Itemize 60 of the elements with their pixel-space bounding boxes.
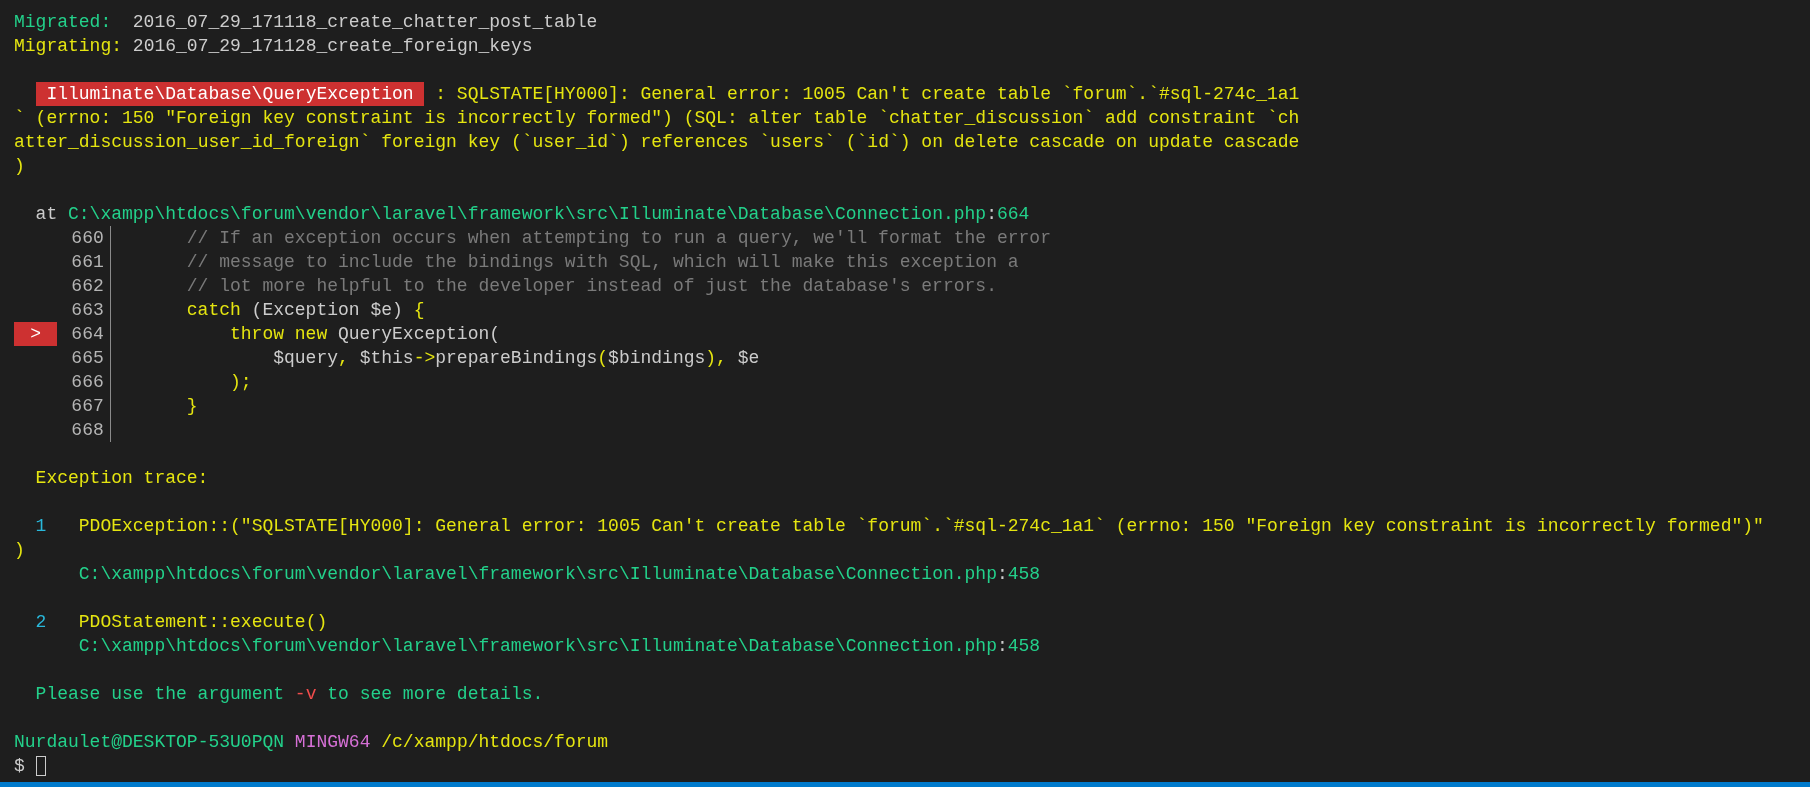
- code-text: {: [413, 299, 425, 322]
- file-path: C:\xampp\htdocs\forum\vendor\laravel\framework\src\Illuminate\Database\Connection.php: [78, 563, 997, 586]
- line-number: 665: [71, 347, 104, 370]
- file-path: 458: [1007, 635, 1041, 658]
- terminal-text: QueryException(: [338, 323, 501, 346]
- line-number: 663: [71, 299, 104, 322]
- file-path: C:\xampp\htdocs\forum\vendor\laravel\framework\src\Illuminate\Database\Connection.php: [68, 203, 987, 226]
- line-number: 661: [71, 251, 104, 274]
- code-comment: // lot more helpful to the developer instead of just the database's errors.: [186, 275, 997, 298]
- error-message: PDOStatement::execute(): [78, 611, 328, 634]
- terminal-text: :: [996, 563, 1008, 586]
- terminal-text: 2016_07_29_171128_create_foreign_keys: [132, 35, 533, 58]
- line-number: 662: [71, 275, 104, 298]
- error-message: PDOException::("SQLSTATE[HY000]: General error: 1005 Can't create table `forum`.`#sql-274c_1a1` (errno: 150 "Foreign key constraint is incorrectly formed")": [78, 515, 1764, 538]
- error-message: : SQLSTATE[HY000]: General error: 1005 Can't create table `forum`.`#sql-274c_1a1: [435, 83, 1300, 106]
- file-path: 664: [996, 203, 1030, 226]
- error-message: ` (errno: 150 "Foreign key constraint is incorrectly formed") (SQL: alter table `chatter_discussion` add constraint `ch: [14, 107, 1300, 130]
- status-label: to see more details.: [327, 683, 544, 706]
- trace-index: 1: [35, 515, 47, 538]
- option-name: -v: [294, 683, 317, 706]
- line-number: 666: [71, 371, 104, 394]
- terminal-text: $: [14, 755, 25, 778]
- code-text: ->: [413, 347, 436, 370]
- terminal-text: prepareBindings: [435, 347, 598, 370]
- shell-name: MINGW64: [294, 731, 371, 754]
- code-text: ,: [338, 347, 349, 370]
- current-directory: /c/xampp/htdocs/forum: [381, 731, 609, 754]
- terminal-text: $bindings: [608, 347, 706, 370]
- line-number: 660: [71, 227, 104, 250]
- code-text: ),: [705, 347, 727, 370]
- file-path: C:\xampp\htdocs\forum\vendor\laravel\framework\src\Illuminate\Database\Connection.php: [78, 635, 997, 658]
- code-text: (: [597, 347, 609, 370]
- terminal-text: :: [986, 203, 997, 226]
- terminal-text: (Exception $e): [251, 299, 403, 322]
- code-comment: // If an exception occurs when attempting to run a query, we'll format the error: [186, 227, 1051, 250]
- terminal-text: $query: [273, 347, 338, 370]
- code-text: throw new: [230, 323, 328, 346]
- terminal-text: :: [996, 635, 1008, 658]
- file-path: 458: [1007, 563, 1041, 586]
- terminal-text: $e: [737, 347, 760, 370]
- line-number: 664: [71, 323, 104, 346]
- status-label: Migrated:: [14, 11, 112, 34]
- error-message: atter_discussion_user_id_foreign` foreign key (`user_id`) references `users` (`id`) on delete cascade on update cascade: [14, 131, 1300, 154]
- error-message: ): [14, 539, 25, 562]
- status-label: Migrating:: [14, 35, 123, 58]
- user-host: Nurdaulet@DESKTOP-53U0PQN: [14, 731, 285, 754]
- line-number: 668: [71, 419, 104, 442]
- code-text: );: [230, 371, 252, 394]
- terminal-text: at: [35, 203, 58, 226]
- terminal-text: $this: [359, 347, 414, 370]
- status-label: Please use the argument: [35, 683, 285, 706]
- code-text: }: [186, 395, 198, 418]
- exception-class-badge: Illuminate\Database\QueryException: [35, 82, 425, 106]
- trace-index: 2: [35, 611, 47, 634]
- error-message: ): [14, 155, 25, 178]
- code-text: catch: [186, 299, 241, 322]
- line-number: 667: [71, 395, 104, 418]
- status-label: Exception trace:: [35, 467, 209, 490]
- code-comment: // message to include the bindings with SQL, which will make this exception a: [186, 251, 1019, 274]
- terminal-text: 2016_07_29_171118_create_chatter_post_table: [132, 11, 598, 34]
